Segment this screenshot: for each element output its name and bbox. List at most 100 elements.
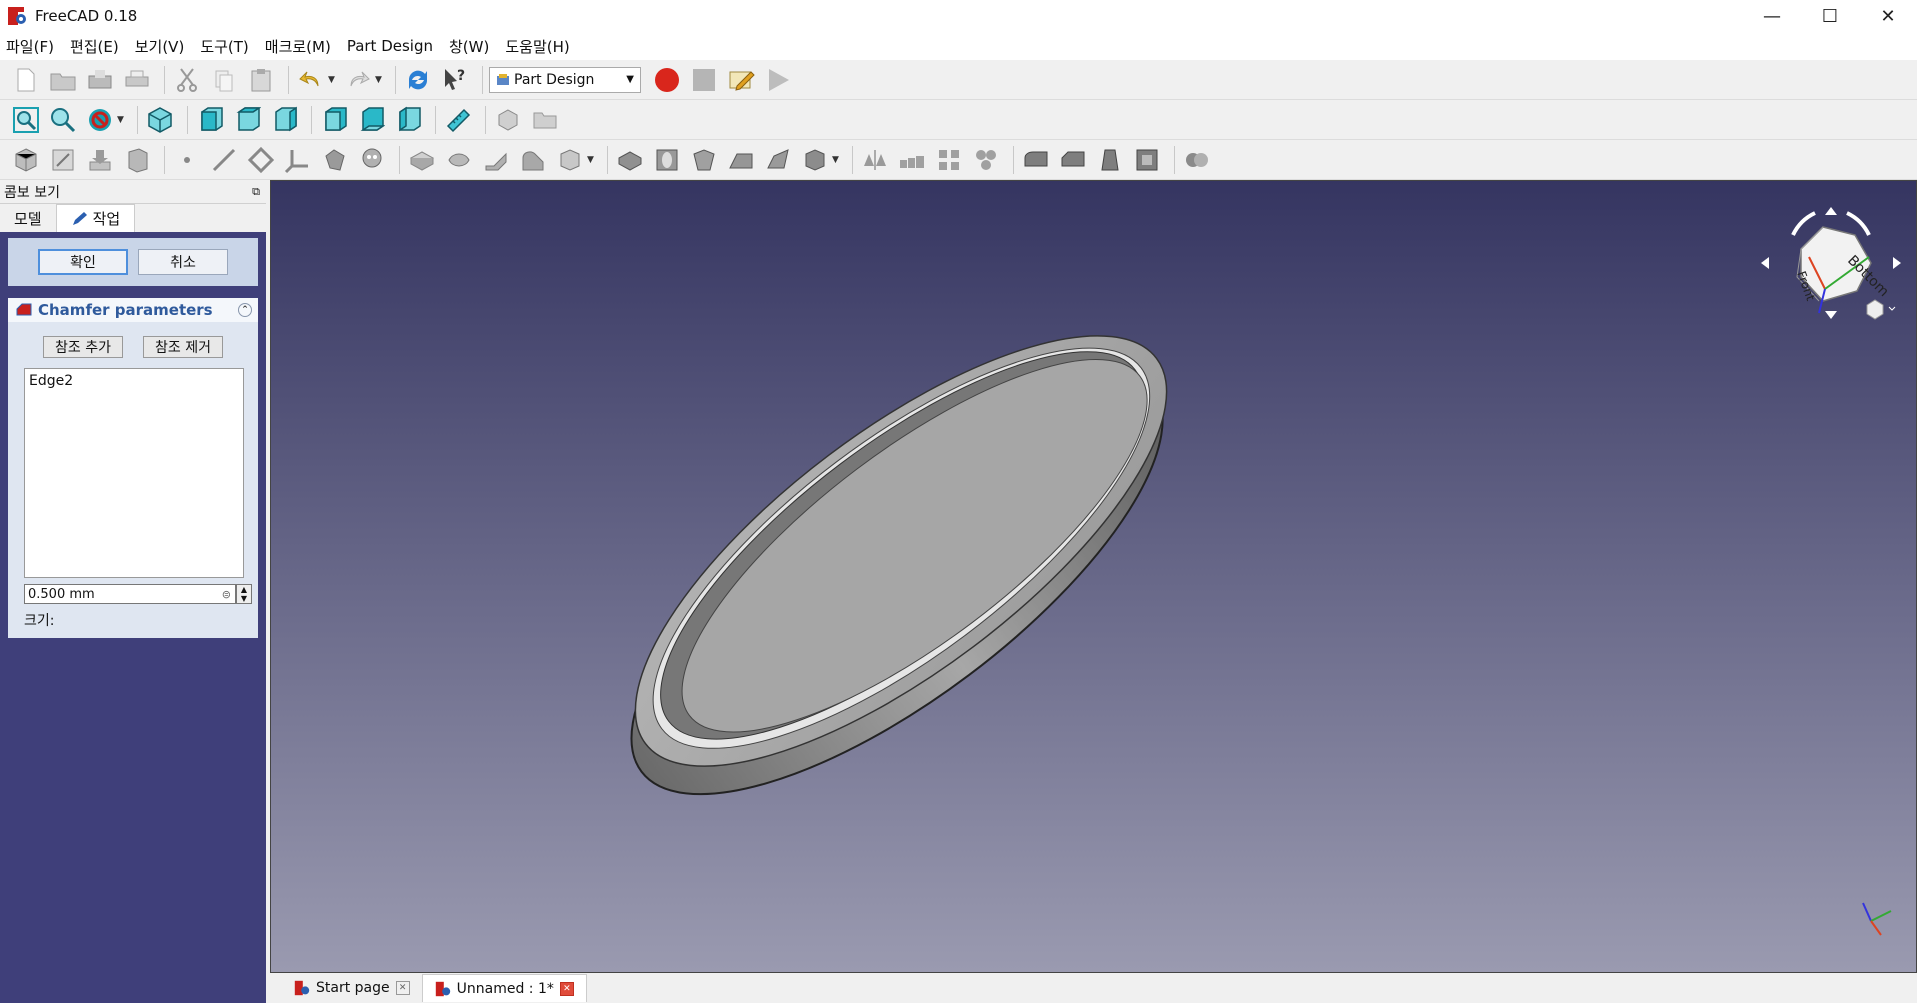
thickness-icon[interactable]	[1131, 144, 1163, 176]
rear-view-icon[interactable]	[318, 104, 350, 136]
paste-icon[interactable]	[245, 64, 277, 96]
shape-binder-icon[interactable]	[319, 144, 351, 176]
close-tab-icon[interactable]: ✕	[559, 981, 574, 996]
multitransform-icon[interactable]	[970, 144, 1002, 176]
menu-part-design[interactable]: Part Design	[347, 37, 443, 55]
measure-distance-icon[interactable]	[442, 104, 474, 136]
local-coordinate-system-icon[interactable]	[282, 144, 314, 176]
map-sketch-icon[interactable]	[121, 144, 153, 176]
collapse-icon[interactable]: ⌃	[238, 303, 252, 317]
undock-icon[interactable]: ⧉	[252, 185, 260, 199]
tab-start-page[interactable]: Start page ✕	[282, 974, 422, 1002]
additive-pipe-icon[interactable]	[517, 144, 549, 176]
datum-plane-icon[interactable]	[245, 144, 277, 176]
workbench-selector[interactable]: Part Design ▼	[489, 66, 641, 93]
remove-reference-button[interactable]: 참조 제거	[143, 336, 223, 358]
draw-style-icon[interactable]	[84, 104, 116, 136]
tab-model[interactable]: 모델	[0, 204, 56, 232]
chamfer-icon[interactable]	[1057, 144, 1089, 176]
fit-selection-icon[interactable]	[47, 104, 79, 136]
boolean-operation-icon[interactable]	[1181, 144, 1213, 176]
chamfer-size-input[interactable]: 0.500 mm ⊜	[24, 584, 236, 604]
refresh-icon[interactable]	[402, 64, 434, 96]
list-item[interactable]: Edge2	[29, 373, 239, 389]
pad-icon[interactable]	[406, 144, 438, 176]
clone-icon[interactable]	[356, 144, 388, 176]
spin-down-icon[interactable]: ▼	[241, 594, 247, 603]
groove-icon[interactable]	[688, 144, 720, 176]
maximize-button[interactable]: ☐	[1801, 0, 1859, 32]
additive-primitive-icon[interactable]	[554, 144, 586, 176]
subtractive-primitive-icon[interactable]	[799, 144, 831, 176]
hole-icon[interactable]	[651, 144, 683, 176]
navcube-menu-icon[interactable]	[1866, 299, 1884, 320]
menu-edit[interactable]: 편집(E)	[70, 36, 129, 57]
menu-macro[interactable]: 매크로(M)	[265, 36, 341, 57]
menu-help[interactable]: 도움말(H)	[505, 36, 579, 57]
reference-list[interactable]: Edge2	[24, 368, 244, 578]
tab-task[interactable]: 작업	[55, 204, 136, 232]
stop-macro-icon[interactable]	[688, 64, 720, 96]
create-sketch-icon[interactable]	[47, 144, 79, 176]
menu-windows[interactable]: 창(W)	[449, 36, 499, 57]
redo-dropdown-icon[interactable]: ▼	[375, 75, 385, 85]
save-icon[interactable]	[84, 64, 116, 96]
spin-up-icon[interactable]: ▲	[241, 585, 247, 594]
additive-loft-icon[interactable]	[480, 144, 512, 176]
navcube-dropdown-icon[interactable]	[1888, 306, 1896, 311]
nav-right-arrow-icon[interactable]	[1893, 257, 1901, 269]
menu-view[interactable]: 보기(V)	[135, 36, 195, 57]
copy-icon[interactable]	[208, 64, 240, 96]
rotate-left-arrow-icon[interactable]	[1791, 211, 1816, 236]
draw-style-dropdown-icon[interactable]: ▼	[117, 115, 127, 125]
additive-primitive-dropdown-icon[interactable]: ▼	[587, 155, 597, 165]
nav-up-arrow-icon[interactable]	[1825, 207, 1837, 215]
isometric-view-icon[interactable]	[144, 104, 176, 136]
edit-macro-icon[interactable]	[725, 64, 757, 96]
expression-icon[interactable]: ⊜	[222, 588, 231, 601]
minimize-button[interactable]: —	[1743, 0, 1801, 32]
top-view-icon[interactable]	[231, 104, 263, 136]
nav-left-arrow-icon[interactable]	[1761, 257, 1769, 269]
fit-all-icon[interactable]	[10, 104, 42, 136]
nav-down-arrow-icon[interactable]	[1825, 311, 1837, 319]
close-button[interactable]: ✕	[1859, 0, 1917, 32]
redo-icon[interactable]	[342, 64, 374, 96]
undo-icon[interactable]	[295, 64, 327, 96]
subtractive-primitive-dropdown-icon[interactable]: ▼	[832, 155, 842, 165]
ok-button[interactable]: 확인	[38, 249, 128, 275]
datum-line-icon[interactable]	[208, 144, 240, 176]
validate-sketch-icon[interactable]	[84, 144, 116, 176]
create-body-icon[interactable]	[10, 144, 42, 176]
fillet-icon[interactable]	[1020, 144, 1052, 176]
whats-this-icon[interactable]: ?	[439, 64, 471, 96]
revolution-icon[interactable]	[443, 144, 475, 176]
mirrored-icon[interactable]	[859, 144, 891, 176]
create-part-icon[interactable]	[492, 104, 524, 136]
create-group-icon[interactable]	[529, 104, 561, 136]
linear-pattern-icon[interactable]	[896, 144, 928, 176]
right-view-icon[interactable]	[268, 104, 300, 136]
subtractive-pipe-icon[interactable]	[762, 144, 794, 176]
chamfer-parameters-header[interactable]: Chamfer parameters ⌃	[8, 298, 258, 322]
3d-viewport[interactable]: Bottom Front	[270, 180, 1917, 973]
run-macro-icon[interactable]	[762, 64, 794, 96]
menu-file[interactable]: 파일(F)	[6, 36, 64, 57]
size-spinner[interactable]: ▲ ▼	[236, 584, 252, 604]
menu-tools[interactable]: 도구(T)	[200, 36, 258, 57]
new-document-icon[interactable]	[10, 64, 42, 96]
cancel-button[interactable]: 취소	[138, 249, 228, 275]
record-macro-icon[interactable]	[651, 64, 683, 96]
left-view-icon[interactable]	[392, 104, 424, 136]
bottom-view-icon[interactable]	[355, 104, 387, 136]
rotate-right-arrow-icon[interactable]	[1846, 211, 1871, 236]
polar-pattern-icon[interactable]	[933, 144, 965, 176]
pocket-icon[interactable]	[614, 144, 646, 176]
open-folder-icon[interactable]	[47, 64, 79, 96]
cut-icon[interactable]	[171, 64, 203, 96]
draft-icon[interactable]	[1094, 144, 1126, 176]
undo-dropdown-icon[interactable]: ▼	[328, 75, 338, 85]
add-reference-button[interactable]: 참조 추가	[43, 336, 123, 358]
print-icon[interactable]	[121, 64, 153, 96]
chamfered-disk-model[interactable]	[557, 263, 1241, 868]
